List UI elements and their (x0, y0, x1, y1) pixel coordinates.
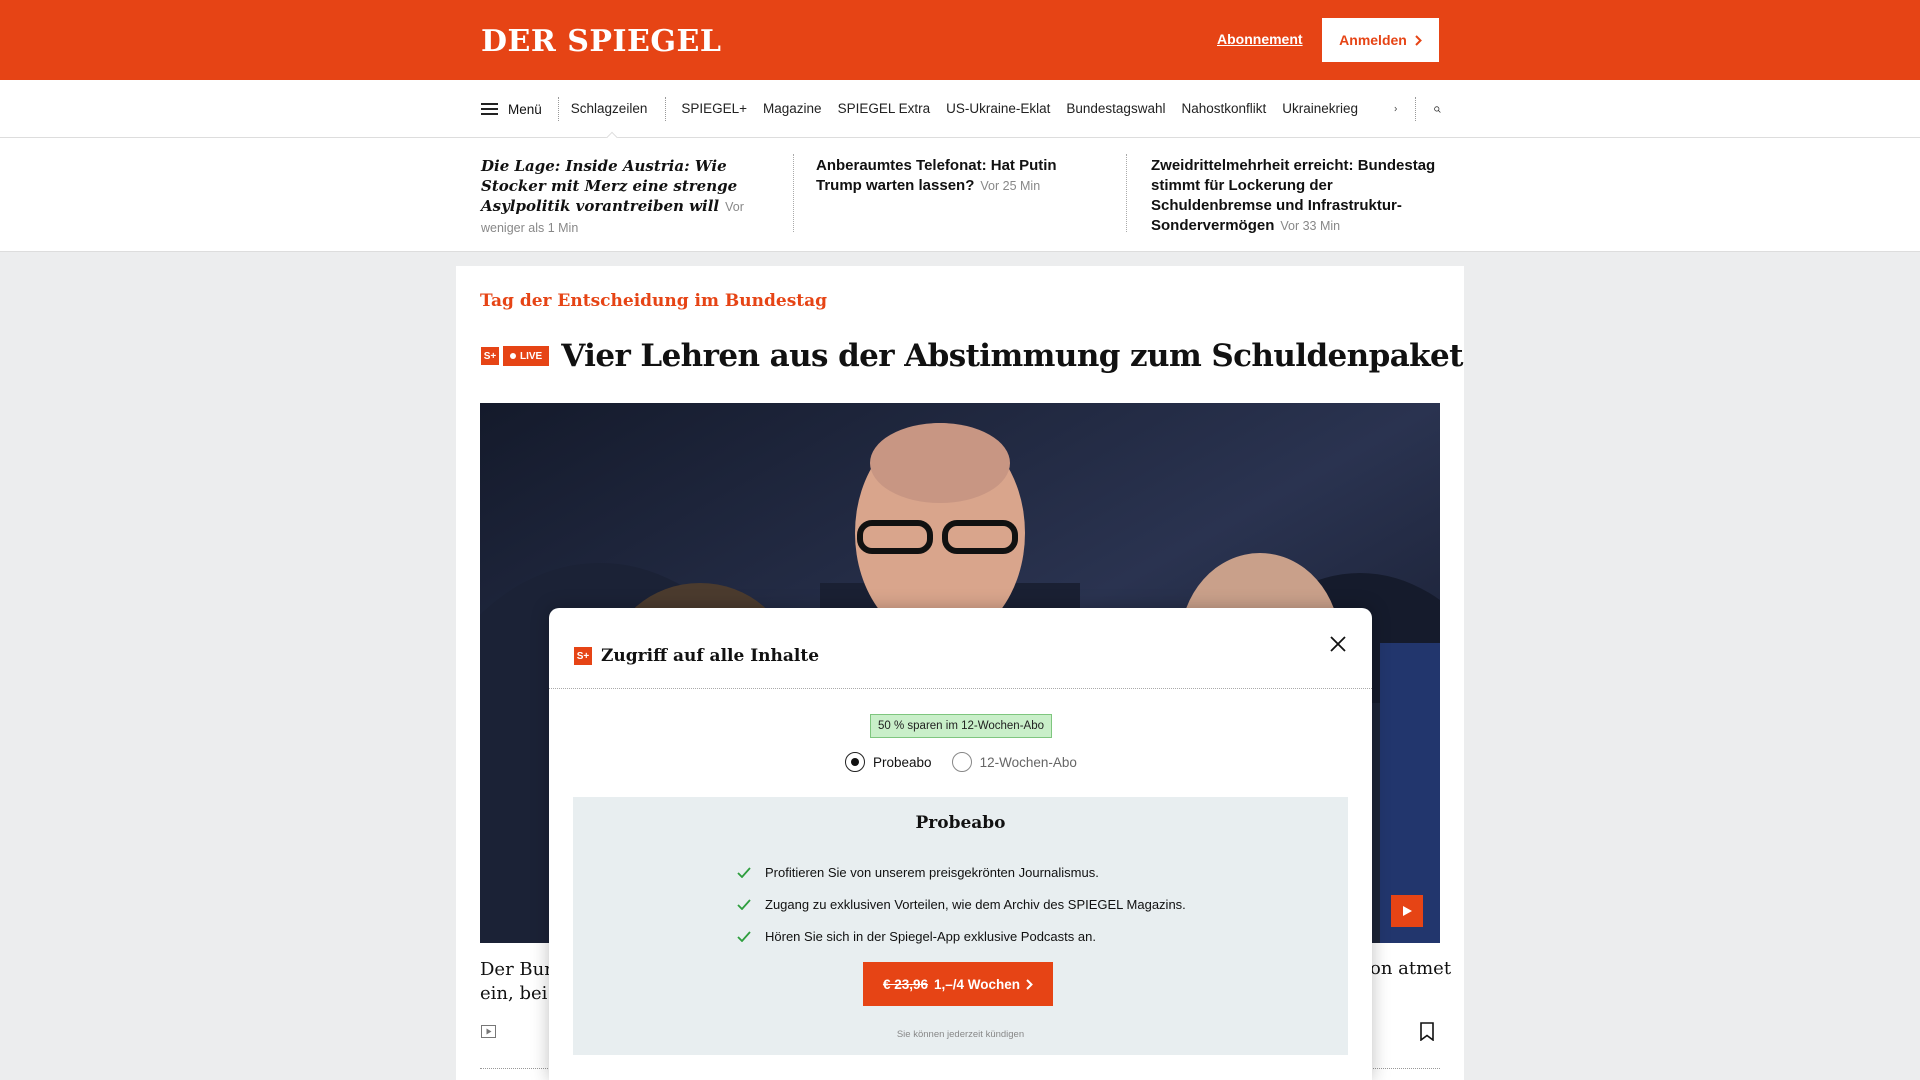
search-icon[interactable] (1434, 101, 1441, 118)
chevron-right-icon (1415, 34, 1422, 46)
abonnement-link[interactable]: Abonnement (1217, 31, 1303, 47)
benefit-text: Zugang zu exklusiven Vorteilen, wie dem … (765, 896, 1186, 912)
cancel-note: Sie können jederzeit kündigen (896, 1029, 1025, 1040)
teaser-time: Vor 25 Min (980, 179, 1041, 193)
nav-item-schlagzeilen[interactable]: Schlagzeilen (559, 80, 666, 138)
teaser-time: Vor 33 Min (1280, 219, 1341, 233)
nav-item-spiegel-extra[interactable]: SPIEGEL Extra (830, 80, 939, 138)
benefit-item: Profitieren Sie von unserem preisgekrönt… (737, 856, 1186, 888)
benefit-item: Hören Sie sich in der Spiegel-App exklus… (737, 920, 1186, 952)
video-play-button[interactable] (1391, 895, 1423, 927)
benefit-item: Zugang zu exklusiven Vorteilen, wie dem … (737, 888, 1186, 920)
article-lead-fragment: on atmet (1370, 958, 1452, 979)
radio-option-probeabo[interactable]: Probeabo (845, 752, 932, 772)
benefit-text: Profitieren Sie von unserem preisgekrönt… (765, 864, 1099, 880)
checkmark-icon (737, 930, 751, 942)
teaser-divider (1126, 154, 1127, 232)
login-button[interactable]: Anmelden (1322, 18, 1439, 62)
article-headline: Vier Lehren aus der Abstimmung zum Schul… (561, 338, 1463, 374)
checkmark-icon (737, 898, 751, 910)
modal-title: Zugriff auf alle Inhalte (601, 646, 820, 666)
cta-new-price: 1,–/4 Wochen (934, 976, 1021, 992)
spiegel-plus-badge: S+ (480, 346, 500, 366)
benefits-list: Profitieren Sie von unserem preisgekrönt… (737, 856, 1186, 952)
menu-button[interactable]: Menü (481, 102, 558, 117)
nav-item-magazine[interactable]: Magazine (755, 80, 830, 138)
nav-divider (1415, 97, 1417, 121)
live-badge: LIVE (503, 346, 550, 366)
bookmark-icon[interactable] (1420, 1022, 1434, 1041)
nav-item-spiegel-plus[interactable]: SPIEGEL+ (666, 80, 755, 138)
radio-label: 12-Wochen-Abo (979, 754, 1077, 770)
checkmark-icon (737, 866, 751, 878)
chevron-right-icon (1026, 978, 1033, 990)
paywall-modal: S+ Zugriff auf alle Inhalte 50 % sparen … (549, 608, 1372, 1080)
modal-header: S+ Zugriff auf alle Inhalte (573, 646, 819, 666)
radio-label: Probeabo (873, 754, 932, 770)
nav-item-nahostkonflikt[interactable]: Nahostkonflikt (1173, 80, 1274, 138)
subscribe-cta-button[interactable]: € 23,96 1,–/4 Wochen (863, 962, 1053, 1006)
close-icon[interactable] (1330, 636, 1346, 652)
teaser-headline[interactable]: Die Lage: Inside Austria: Wie Stocker mi… (481, 156, 771, 238)
teaser-headline[interactable]: Anberaumtes Telefonat: Hat Putin Trump w… (816, 156, 1106, 196)
savings-badge: 50 % sparen im 12-Wochen-Abo (870, 714, 1052, 738)
modal-divider (549, 688, 1372, 689)
headline-strip: Die Lage: Inside Austria: Wie Stocker mi… (0, 138, 1920, 252)
main-navigation: Menü Schlagzeilen SPIEGEL+ Magazine SPIE… (0, 80, 1920, 138)
teaser-headline[interactable]: Zweidrittelmehrheit erreicht: Bundestag … (1151, 156, 1446, 236)
nav-item-bundestagswahl[interactable]: Bundestagswahl (1058, 80, 1173, 138)
nav-item-us-ukraine-eklat[interactable]: US-Ukraine-Eklat (938, 80, 1058, 138)
live-dot-icon (510, 353, 516, 359)
hamburger-icon (481, 103, 498, 115)
login-button-label: Anmelden (1339, 32, 1407, 48)
teaser-title: Die Lage: Inside Austria: Wie Stocker mi… (481, 157, 738, 215)
play-icon (1403, 906, 1412, 916)
subscription-options: Probeabo 12-Wochen-Abo (845, 752, 1097, 772)
benefit-text: Hören Sie sich in der Spiegel-App exklus… (765, 928, 1096, 944)
menu-label: Menü (508, 101, 542, 117)
cta-old-price: € 23,96 (882, 976, 928, 992)
video-icon (481, 1025, 496, 1038)
offer-title: Probeabo (915, 813, 1006, 833)
spiegel-logo[interactable]: DER SPIEGEL (481, 24, 721, 59)
radio-option-12-wochen-abo[interactable]: 12-Wochen-Abo (951, 752, 1077, 772)
nav-scroll-right-icon[interactable] (1394, 103, 1398, 115)
radio-button[interactable] (951, 752, 972, 772)
teaser-divider (793, 154, 794, 232)
spiegel-plus-badge: S+ (573, 646, 593, 666)
article-kicker[interactable]: Tag der Entscheidung im Bundestag (480, 291, 827, 311)
nav-item-ukrainekrieg[interactable]: Ukrainekrieg (1274, 80, 1366, 138)
offer-panel: Probeabo Profitieren Sie von unserem pre… (573, 797, 1348, 1055)
article-headline-row[interactable]: S+ LIVE Vier Lehren aus der Abstimmung z… (480, 338, 1464, 374)
top-bar: DER SPIEGEL Abonnement Anmelden (0, 0, 1920, 80)
live-label: LIVE (520, 350, 543, 362)
radio-button-checked[interactable] (845, 752, 865, 772)
